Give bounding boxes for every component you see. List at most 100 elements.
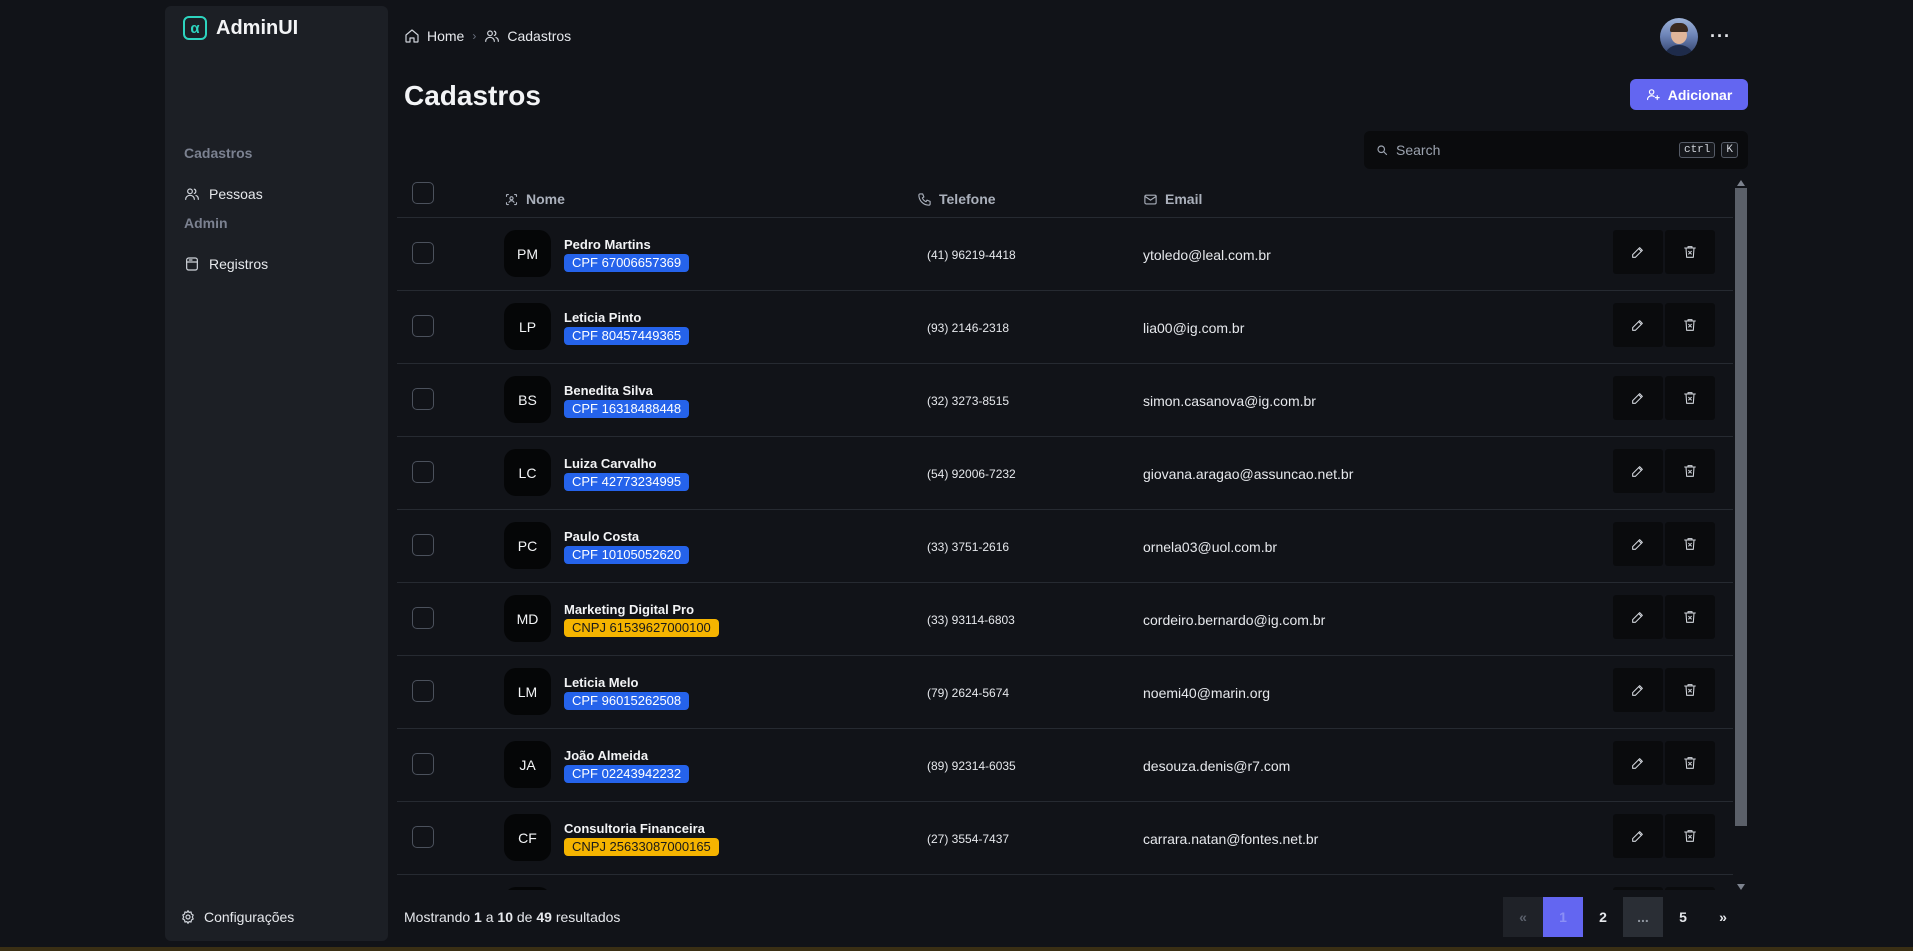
results-prefix: Mostrando [404,909,471,925]
delete-button[interactable] [1665,449,1715,493]
table-row[interactable]: LM Leticia Melo CPF 96015262508 (79) 262… [397,656,1733,729]
row-phone: (41) 96219-4418 [927,248,1016,262]
trash-icon [1684,319,1696,331]
delete-button[interactable] [1665,230,1715,274]
more-options-button[interactable]: ··· [1710,26,1731,47]
scroll-thumb[interactable] [1735,188,1747,826]
settings-label: Configurações [204,909,295,925]
delete-button[interactable] [1665,887,1715,890]
pencil-icon [1632,393,1643,404]
table-row[interactable]: LP Leticia Pinto CPF 80457449365 (93) 21… [397,291,1733,364]
table-row[interactable]: JA João Almeida CPF 02243942232 (89) 923… [397,729,1733,802]
results-to: 10 [497,909,513,925]
row-avatar: BS [504,376,551,423]
row-email: giovana.aragao@assuncao.net.br [1143,466,1354,482]
table-row[interactable]: LC Luiza Carvalho CPF 42773234995 (54) 9… [397,437,1733,510]
scroll-up-arrow-icon[interactable] [1737,180,1745,186]
column-header-phone-label: Telefone [939,191,996,207]
row-checkbox[interactable] [412,388,434,410]
edit-button[interactable] [1613,449,1663,493]
row-name: Leticia Melo [564,675,639,690]
table-row[interactable]: BS Benedita Silva CPF 16318488448 (32) 3… [397,364,1733,437]
row-avatar: LC [504,449,551,496]
pagination-page-2[interactable]: 2 [1583,897,1623,937]
row-checkbox[interactable] [412,753,434,775]
results-sep-a: a [485,909,494,925]
search-box: ctrl K [1364,131,1748,169]
sidebar-item-pessoas[interactable]: Pessoas [184,186,263,202]
row-phone: (89) 92314-6035 [927,759,1016,773]
edit-button[interactable] [1613,814,1663,858]
pencil-icon [1632,466,1643,477]
shortcut-k-key: K [1721,142,1738,158]
edit-button[interactable] [1613,230,1663,274]
table-scrollbar[interactable] [1735,180,1747,890]
row-name: Pedro Martins [564,237,651,252]
column-header-name-label: Nome [526,191,565,207]
pagination-next[interactable]: » [1703,897,1743,937]
delete-button[interactable] [1665,376,1715,420]
pencil-icon [1632,831,1643,842]
delete-button[interactable] [1665,741,1715,785]
edit-button[interactable] [1613,376,1663,420]
trash-icon [1684,684,1696,696]
pagination-prev[interactable]: « [1503,897,1543,937]
scroll-down-arrow-icon[interactable] [1737,884,1745,890]
breadcrumb-home[interactable]: Home [404,28,464,44]
breadcrumb-current[interactable]: Cadastros [484,28,571,44]
document-badge: CPF 02243942232 [564,765,690,783]
table-row[interactable]: MD Marketing Digital Pro CNPJ 6153962700… [397,583,1733,656]
row-checkbox[interactable] [412,607,434,629]
search-input[interactable] [1396,142,1673,158]
sidebar-item-registros[interactable]: Registros [184,256,268,272]
user-avatar[interactable] [1660,18,1698,56]
edit-button[interactable] [1613,668,1663,712]
trash-icon [1684,538,1696,550]
column-header-name[interactable]: Nome [504,191,565,207]
delete-button[interactable] [1665,814,1715,858]
edit-button[interactable] [1613,887,1663,890]
search-icon [1377,145,1388,156]
row-checkbox[interactable] [412,242,434,264]
row-checkbox[interactable] [412,680,434,702]
row-name: Benedita Silva [564,383,653,398]
table-row[interactable] [397,875,1733,890]
edit-button[interactable] [1613,522,1663,566]
row-checkbox[interactable] [412,461,434,483]
delete-button[interactable] [1665,668,1715,712]
users-icon [185,188,199,200]
add-button[interactable]: Adicionar [1630,79,1748,110]
edit-button[interactable] [1613,595,1663,639]
delete-button[interactable] [1665,595,1715,639]
database-icon [186,257,198,271]
breadcrumb: Home › Cadastros [404,28,571,44]
column-header-phone[interactable]: Telefone [917,191,996,207]
delete-button[interactable] [1665,303,1715,347]
pagination-ellipsis: ... [1623,897,1663,937]
settings-link[interactable]: Configurações [180,909,294,925]
table-row[interactable]: CF Consultoria Financeira CNPJ 256330870… [397,802,1733,875]
table-row[interactable]: PM Pedro Martins CPF 67006657369 (41) 96… [397,218,1733,291]
row-checkbox[interactable] [412,534,434,556]
delete-button[interactable] [1665,522,1715,566]
chevron-right-icon: › [472,29,477,43]
trash-icon [1684,757,1696,769]
brand[interactable]: α AdminUI [183,16,298,40]
row-checkbox[interactable] [412,826,434,848]
row-phone: (54) 92006-7232 [927,467,1016,481]
row-name: Paulo Costa [564,529,640,544]
row-avatar: PM [504,230,551,277]
row-avatar [504,887,551,890]
select-all-checkbox[interactable] [412,182,434,204]
nav-section-admin: Admin [184,215,228,231]
row-checkbox[interactable] [412,315,434,337]
edit-button[interactable] [1613,303,1663,347]
column-header-email[interactable]: Email [1143,191,1202,207]
table-row[interactable]: PC Paulo Costa CPF 10105052620 (33) 3751… [397,510,1733,583]
document-badge: CPF 67006657369 [564,254,690,272]
home-icon [405,29,419,43]
trash-icon [1684,246,1696,258]
pagination-page-5[interactable]: 5 [1663,897,1703,937]
pagination-page-1[interactable]: 1 [1543,897,1583,937]
edit-button[interactable] [1613,741,1663,785]
